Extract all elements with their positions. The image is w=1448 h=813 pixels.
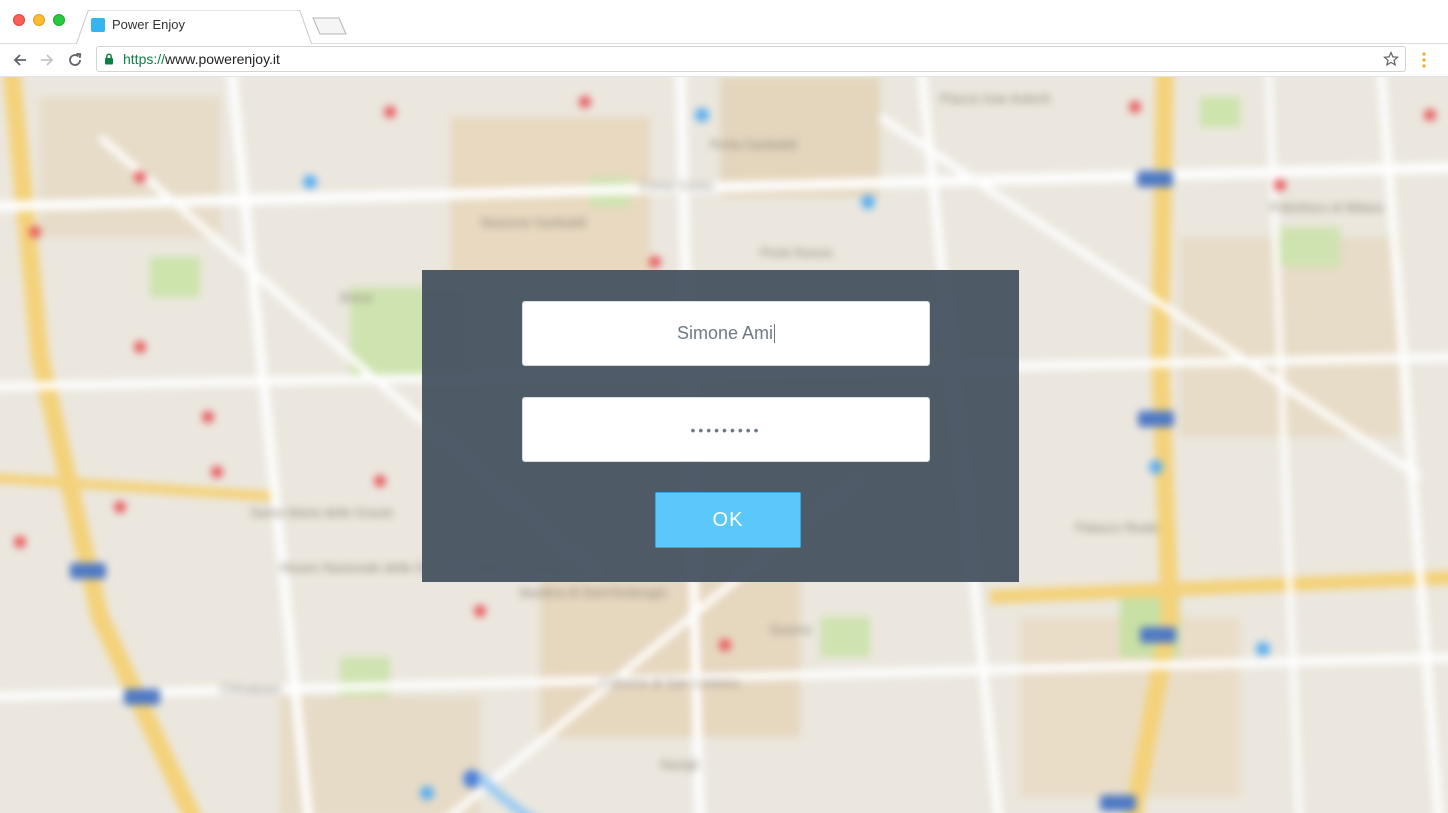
forward-arrow-icon — [41, 54, 54, 66]
url-text: https://www.powerenjoy.it — [123, 51, 280, 67]
svg-text:Chinatown: Chinatown — [220, 681, 281, 696]
reload-button[interactable] — [65, 50, 85, 70]
page-viewport: Piazza Gae Aulenti Porta Garibaldi Corso… — [0, 77, 1448, 813]
url-scheme: https:// — [123, 51, 166, 67]
back-arrow-icon — [13, 54, 26, 66]
svg-text:Policlinico di Milano: Policlinico di Milano — [1270, 200, 1383, 215]
back-button[interactable] — [10, 50, 30, 70]
browser-window: Power Enjoy https://www.powerenjoy.it Pi… — [0, 0, 1448, 813]
svg-text:Piazza Gae Aulenti: Piazza Gae Aulenti — [940, 91, 1050, 106]
minimize-window-button[interactable] — [33, 14, 45, 26]
new-tab-button[interactable] — [312, 17, 348, 35]
svg-text:Porta Garibaldi: Porta Garibaldi — [710, 137, 797, 152]
username-input[interactable]: Simone Ami — [522, 301, 930, 366]
url-host: www.powerenjoy.it — [165, 51, 280, 67]
ok-button[interactable]: OK — [655, 492, 801, 548]
svg-text:Palazzo Reale: Palazzo Reale — [1075, 520, 1159, 535]
svg-text:Basilica di Sant'Ambrogio: Basilica di Sant'Ambrogio — [520, 585, 667, 600]
svg-text:Brera: Brera — [340, 290, 373, 305]
username-value: Simone Ami — [676, 323, 774, 343]
browser-toolbar: https://www.powerenjoy.it — [0, 44, 1448, 77]
svg-text:Duomo: Duomo — [770, 622, 812, 637]
site-favicon-icon — [91, 18, 105, 32]
login-dialog: Simone Ami ••••••••• OK — [422, 270, 1019, 582]
svg-text:Navigli: Navigli — [660, 757, 699, 772]
password-mask: ••••••••• — [690, 421, 762, 438]
tab-title: Power Enjoy — [112, 17, 185, 32]
zoom-window-button[interactable] — [53, 14, 65, 26]
text-caret — [774, 324, 776, 343]
star-icon[interactable] — [1383, 51, 1399, 67]
svg-text:Porta Nuova: Porta Nuova — [760, 245, 833, 260]
svg-text:Santa Maria delle Grazie: Santa Maria delle Grazie — [250, 505, 393, 520]
title-bar: Power Enjoy — [0, 0, 1448, 45]
address-bar[interactable]: https://www.powerenjoy.it — [96, 46, 1406, 72]
menu-dots-icon[interactable] — [1416, 50, 1432, 70]
tab-power-enjoy[interactable]: Power Enjoy — [76, 10, 312, 45]
lock-icon — [105, 53, 113, 65]
password-input[interactable]: ••••••••• — [522, 397, 930, 462]
svg-text:Corso Como: Corso Como — [640, 178, 713, 193]
svg-text:Stazione Garibaldi: Stazione Garibaldi — [480, 215, 586, 230]
close-window-button[interactable] — [13, 14, 25, 26]
svg-text:Colonne di San Lorenzo: Colonne di San Lorenzo — [600, 675, 740, 690]
reload-icon — [69, 52, 82, 66]
forward-button[interactable] — [37, 50, 57, 70]
